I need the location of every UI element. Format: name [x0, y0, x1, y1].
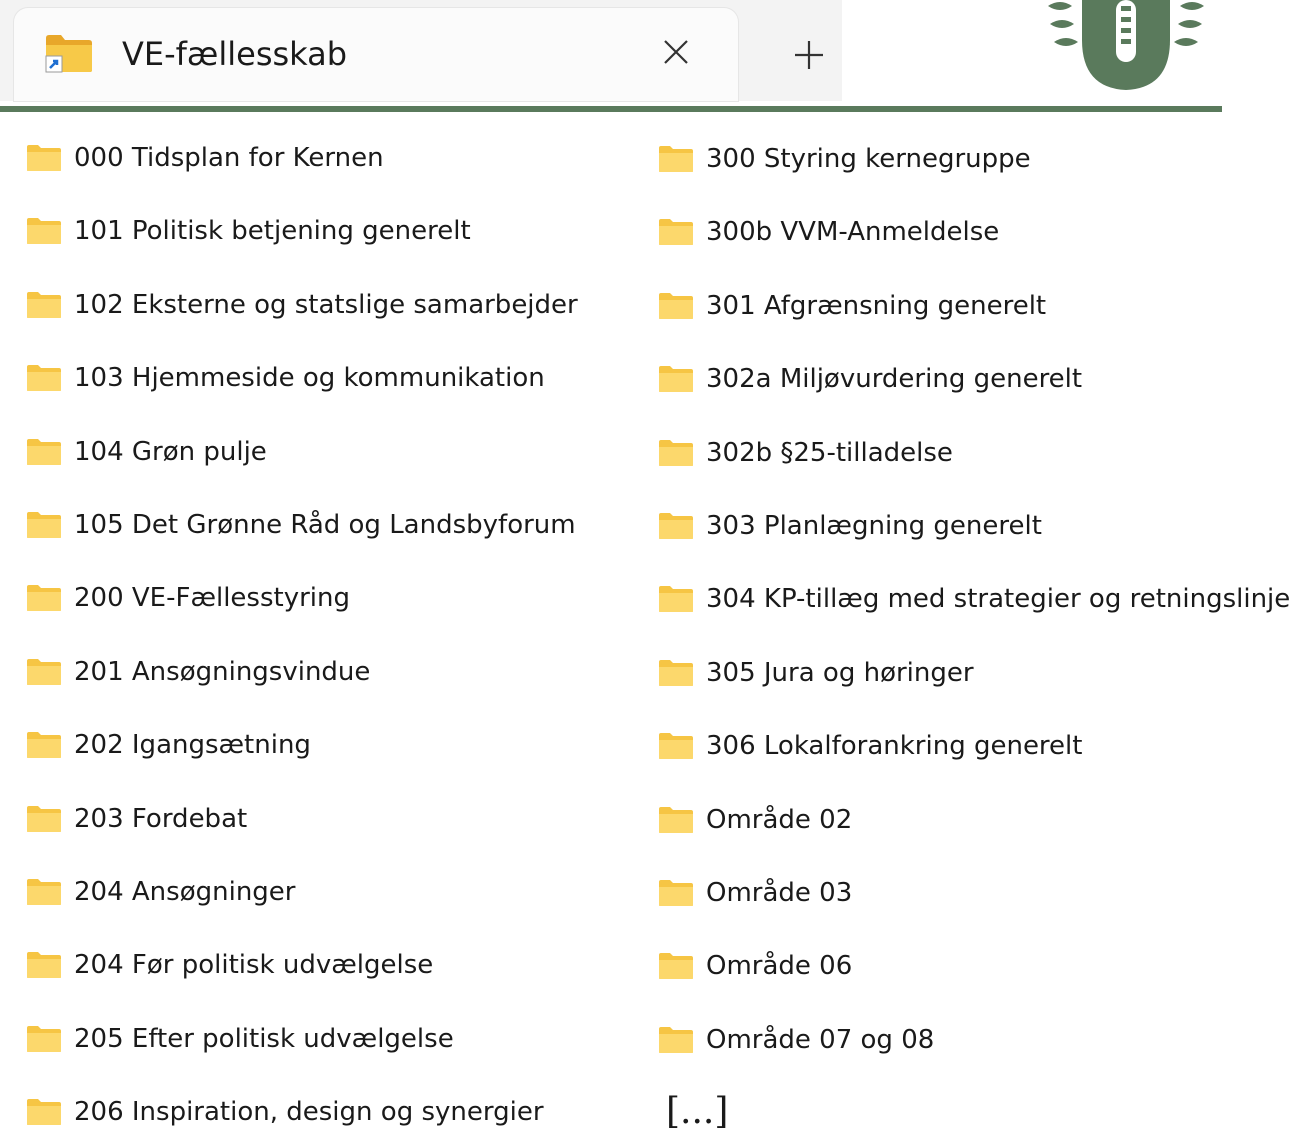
tab-close-button[interactable] — [656, 32, 696, 72]
tab-title: VE-fællesskab — [122, 35, 348, 73]
folder-label: Område 07 og 08 — [706, 1024, 935, 1055]
folder-icon — [27, 879, 61, 905]
folder-icon — [27, 145, 61, 171]
header-accent-line — [0, 106, 1222, 112]
folder-label: 105 Det Grønne Råd og Landsbyforum — [74, 510, 576, 540]
right-folder-item[interactable]: 305 Jura og høringer — [658, 653, 974, 693]
folder-icon — [27, 1025, 61, 1052]
folder-label: 104 Grøn pulje — [74, 436, 267, 467]
folder-label: 102 Eksterne og statslige samarbejder — [74, 289, 578, 320]
left-folder-item[interactable]: 202 Igangsætning — [26, 725, 311, 765]
right-folder-item[interactable]: 304 KP-tillæg med strategier og retnings… — [658, 579, 1291, 619]
left-folder-item[interactable]: 105 Det Grønne Råd og Landsbyforum — [26, 505, 576, 545]
folder-label: 300b VVM-Anmeldelse — [706, 217, 1000, 248]
left-folder-item[interactable]: 101 Politisk betjening generelt — [26, 211, 471, 251]
left-folder-item[interactable]: 000 Tidsplan for Kernen — [26, 138, 384, 178]
right-folder-item[interactable]: 302b §25-tilladelse — [658, 433, 953, 473]
folder-icon — [659, 439, 693, 466]
folder-icon — [27, 365, 61, 392]
folder-icon — [27, 585, 61, 612]
left-folder-item[interactable]: 200 VE-Fællesstyring — [26, 578, 350, 618]
more-items-ellipsis: [...] — [666, 1091, 729, 1132]
folder-label: 203 Fordebat — [74, 803, 248, 834]
left-folder-item[interactable]: 102 Eksterne og statslige samarbejder — [26, 285, 578, 325]
right-folder-item[interactable]: 300b VVM-Anmeldelse — [658, 212, 999, 252]
right-folder-item[interactable]: 302a Miljøvurdering generelt — [658, 359, 1082, 399]
folder-icon — [659, 366, 693, 393]
left-folder-item[interactable]: 205 Efter politisk udvælgelse — [26, 1019, 454, 1059]
folder-icon — [659, 586, 693, 613]
new-tab-button[interactable] — [788, 34, 830, 76]
folder-label: 303 Planlægning generelt — [706, 511, 1042, 541]
folder-icon — [659, 219, 693, 246]
left-folder-item[interactable]: 204 Ansøgninger — [26, 872, 295, 912]
folder-label: 300 Styring kernegruppe — [706, 144, 1031, 174]
left-folder-item[interactable]: 103 Hjemmeside og kommunikation — [26, 358, 545, 398]
folder-label: 103 Hjemmeside og kommunikation — [74, 363, 545, 394]
left-folder-item[interactable]: 104 Grøn pulje — [26, 432, 267, 472]
folder-icon — [27, 732, 61, 759]
folder-icon — [659, 733, 693, 760]
folder-label: 304 KP-tillæg med strategier og retnings… — [706, 584, 1291, 615]
right-folder-item[interactable]: Område 07 og 08 — [658, 1020, 934, 1060]
folder-icon — [27, 218, 61, 245]
folder-icon — [659, 513, 693, 539]
left-folder-item[interactable]: 201 Ansøgningsvindue — [26, 652, 370, 692]
folder-label: 205 Efter politisk udvælgelse — [74, 1023, 454, 1054]
tab-strip: VE-fællesskab — [0, 0, 1222, 108]
close-icon — [664, 40, 688, 64]
folder-icon — [27, 805, 61, 832]
right-folder-item[interactable]: 303 Planlægning generelt — [658, 506, 1042, 546]
left-folder-item[interactable]: 203 Fordebat — [26, 799, 247, 839]
right-folder-item[interactable]: 301 Afgrænsning generelt — [658, 286, 1046, 326]
folder-label: 306 Lokalforankring generelt — [706, 731, 1083, 762]
folder-icon — [27, 438, 61, 465]
folder-label: 206 Inspiration, design og synergier — [74, 1097, 544, 1128]
folder-label: 302b §25-tilladelse — [706, 437, 953, 468]
folder-label: 201 Ansøgningsvindue — [74, 656, 371, 687]
file-explorer-window: VE-fællesskab 000 Tidsplan for Kernen 10… — [0, 0, 1291, 1135]
right-folder-item[interactable]: Område 03 — [658, 873, 852, 913]
folder-label: 101 Politisk betjening generelt — [74, 216, 471, 247]
folder-shortcut-icon — [45, 35, 92, 73]
folder-icon — [659, 292, 693, 319]
folder-icon — [27, 1099, 61, 1126]
plus-icon — [795, 41, 823, 69]
folder-icon — [27, 658, 61, 685]
folder-label: Område 02 — [706, 804, 853, 835]
folder-icon — [659, 1026, 693, 1053]
folder-icon — [27, 512, 61, 538]
folder-icon — [659, 880, 693, 906]
folder-icon — [659, 953, 693, 980]
folder-label: 000 Tidsplan for Kernen — [74, 143, 384, 173]
folder-label: Område 03 — [706, 878, 853, 908]
folder-label: 305 Jura og høringer — [706, 657, 974, 688]
folder-icon — [659, 659, 693, 686]
folder-label: 301 Afgrænsning generelt — [706, 290, 1047, 321]
folder-icon — [27, 291, 61, 318]
left-folder-item[interactable]: 204 Før politisk udvælgelse — [26, 945, 433, 985]
folder-label: 204 Ansøgninger — [74, 877, 296, 907]
folder-label: 200 VE-Fællesstyring — [74, 583, 350, 614]
right-folder-item[interactable]: 306 Lokalforankring generelt — [658, 726, 1082, 766]
folder-label: Område 06 — [706, 951, 853, 982]
right-folder-item[interactable]: 300 Styring kernegruppe — [658, 139, 1031, 179]
right-folder-item[interactable]: Område 02 — [658, 800, 852, 840]
folder-label: 302a Miljøvurdering generelt — [706, 364, 1083, 395]
right-folder-item[interactable]: Område 06 — [658, 946, 852, 986]
folder-icon — [659, 146, 693, 172]
folder-icon — [659, 806, 693, 833]
municipality-logo — [1048, 0, 1204, 90]
folder-label: 204 Før politisk udvælgelse — [74, 950, 434, 981]
left-folder-item[interactable]: 206 Inspiration, design og synergier — [26, 1092, 544, 1132]
folder-label: 202 Igangsætning — [74, 730, 311, 761]
folder-icon — [27, 952, 61, 979]
